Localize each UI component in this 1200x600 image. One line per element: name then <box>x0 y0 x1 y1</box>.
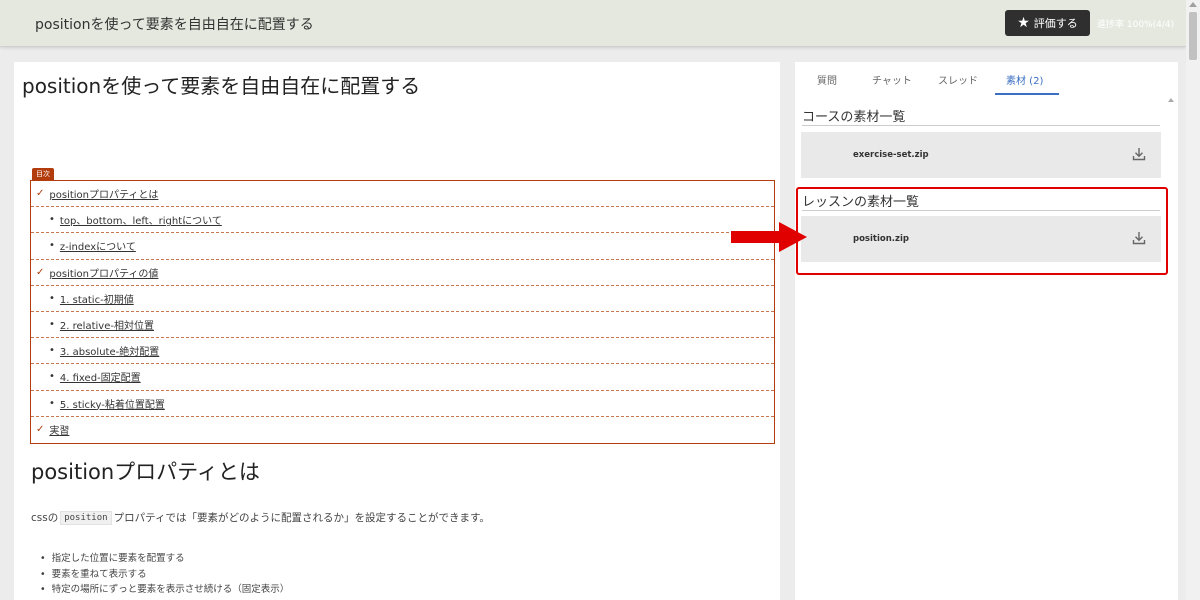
paragraph-text-after: プロパティでは「要素がどのように配置されるか」を設定することができます。 <box>113 512 490 524</box>
inline-code: position <box>60 510 112 525</box>
toc-link[interactable]: 1. static-初期値 <box>60 291 134 306</box>
panel-tabs: 質問 チャット スレッド 素材 (2) <box>795 62 1178 96</box>
toc-item: ✓ positionプロパティの値 <box>31 260 774 286</box>
materials-panel: 質問 チャット スレッド 素材 (2) コースの素材一覧 exercise-se… <box>795 62 1178 600</box>
toc-link[interactable]: z-indexについて <box>60 238 136 253</box>
toc-item: • 1. static-初期値 <box>31 286 774 312</box>
progress-text: 進捗率 100%(4/4) <box>1097 20 1175 30</box>
header-title: positionを使って要素を自由自在に配置する <box>35 17 314 33</box>
file-name: exercise-set.zip <box>853 150 929 160</box>
check-icon: ✓ <box>36 266 45 278</box>
tab-threads[interactable]: スレッド <box>938 72 978 87</box>
bullet-list: • 指定した位置に要素を配置する • 要素を重ねて表示する • 特定の場所にずっと要素… <box>40 550 289 597</box>
bullet-icon: • <box>49 319 55 331</box>
scrollbar-thumb[interactable] <box>1189 12 1197 60</box>
scroll-up-icon[interactable] <box>1189 2 1197 7</box>
download-icon[interactable] <box>1131 146 1147 162</box>
active-tab-indicator <box>995 93 1059 95</box>
rate-button-label: 評価する <box>1033 17 1078 30</box>
article-panel: positionを使って要素を自由自在に配置する 目次 ✓ positionプロパ… <box>14 62 780 600</box>
file-card-course[interactable]: exercise-set.zip <box>801 132 1161 178</box>
toc-link[interactable]: 5. sticky-粘着位置配置 <box>60 396 165 411</box>
highlight-box <box>796 187 1168 275</box>
bullet-icon: • <box>49 292 55 304</box>
tab-chat[interactable]: チャット <box>872 72 912 87</box>
toc-item: • 3. absolute-絶対配置 <box>31 338 774 365</box>
page-scrollbar[interactable] <box>1186 0 1200 600</box>
toc-link[interactable]: positionプロパティの値 <box>49 265 158 280</box>
divider <box>802 125 1160 126</box>
section-heading: positionプロパティとは <box>31 460 260 484</box>
toc-item: • top、bottom、left、rightについて <box>31 207 774 234</box>
toc-link[interactable]: 3. absolute-絶対配置 <box>60 343 159 358</box>
bullet-icon: • <box>49 240 55 252</box>
toc-item: • 4. fixed-固定配置 <box>31 364 774 391</box>
tab-materials[interactable]: 素材 (2) <box>1006 72 1043 87</box>
toc-item: • 5. sticky-粘着位置配置 <box>31 391 774 417</box>
header-bar: positionを使って要素を自由自在に配置する ★ 評価する 進捗率 100%… <box>0 0 1186 47</box>
toc-link[interactable]: 実習 <box>49 422 69 437</box>
toc-item: ✓ positionプロパティとは <box>31 181 774 208</box>
check-icon: ✓ <box>36 188 45 200</box>
article-title: positionを使って要素を自由自在に配置する <box>22 74 421 98</box>
bullet-icon: • <box>49 371 55 383</box>
toc-link[interactable]: 4. fixed-固定配置 <box>60 369 141 384</box>
intro-paragraph: cssの position プロパティでは「要素がどのように配置されるか」を設定… <box>31 510 490 525</box>
course-materials-title: コースの素材一覧 <box>802 110 906 125</box>
red-arrow-icon <box>731 222 807 252</box>
toc-badge: 目次 <box>32 168 54 180</box>
table-of-contents: ✓ positionプロパティとは • top、bottom、left、rightにつ… <box>30 180 775 444</box>
rate-button[interactable]: ★ 評価する <box>1005 10 1090 36</box>
bullet-icon: • <box>49 345 55 357</box>
bullet-icon: • <box>49 214 55 226</box>
toc-link[interactable]: 2. relative-相対位置 <box>60 317 154 332</box>
toc-item: • z-indexについて <box>31 233 774 260</box>
star-icon: ★ <box>1017 15 1030 31</box>
toc-link[interactable]: positionプロパティとは <box>49 186 158 201</box>
check-icon: ✓ <box>36 424 45 436</box>
toc-link[interactable]: top、bottom、left、rightについて <box>60 212 222 227</box>
list-item: • 指定した位置に要素を配置する <box>40 553 185 564</box>
panel-scrollbar[interactable] <box>1168 98 1176 598</box>
bullet-icon: • <box>49 397 55 409</box>
list-item: • 要素を重ねて表示する <box>40 568 147 580</box>
list-item: • 特定の場所にずっと要素を表示させ続ける（固定表示） <box>40 584 290 595</box>
paragraph-text-before: cssの <box>31 512 59 524</box>
toc-item: • 2. relative-相対位置 <box>31 312 774 339</box>
scroll-up-icon[interactable] <box>1168 98 1174 102</box>
tab-questions[interactable]: 質問 <box>817 72 837 87</box>
toc-item: ✓ 実習 <box>31 417 774 443</box>
